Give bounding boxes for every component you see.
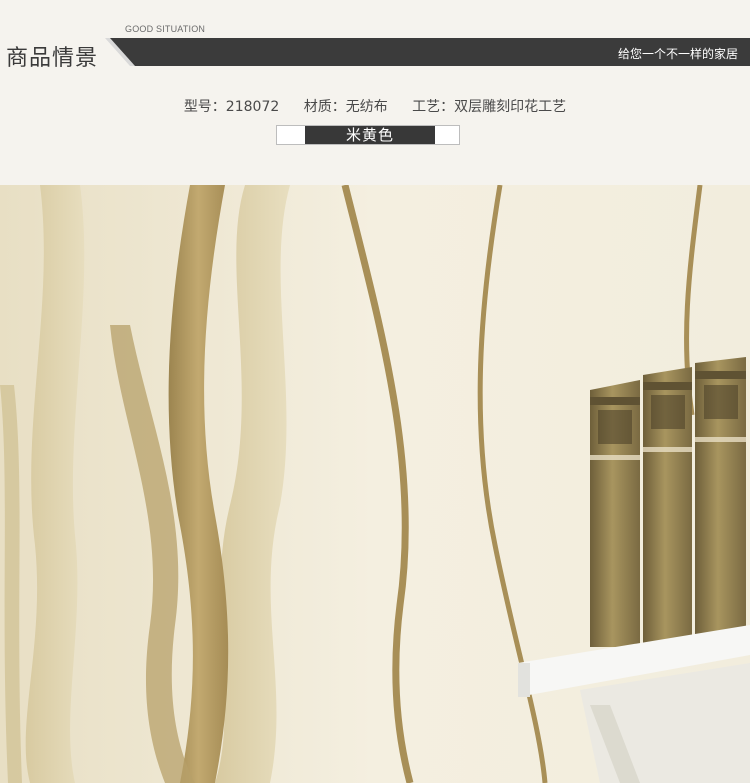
header-slogan: 给您一个不一样的家居: [617, 47, 738, 61]
books-group: [590, 357, 746, 647]
spec-material: 材质：无纺布: [303, 99, 388, 115]
wallpaper-illustration: [0, 185, 750, 783]
section-subtitle-en: GOOD SITUATION: [125, 24, 206, 34]
color-option-label: 米黄色: [305, 126, 435, 144]
spec-model: 型号：218072: [183, 99, 280, 115]
product-specs: 型号：218072 材质：无纺布 工艺：双层雕刻印花工艺: [0, 96, 750, 116]
spec-craft: 工艺：双层雕刻印花工艺: [412, 99, 567, 115]
section-title: 商品情景: [6, 46, 99, 71]
color-option[interactable]: 米黄色: [276, 125, 460, 145]
wallpaper-scene-image: [0, 185, 750, 783]
